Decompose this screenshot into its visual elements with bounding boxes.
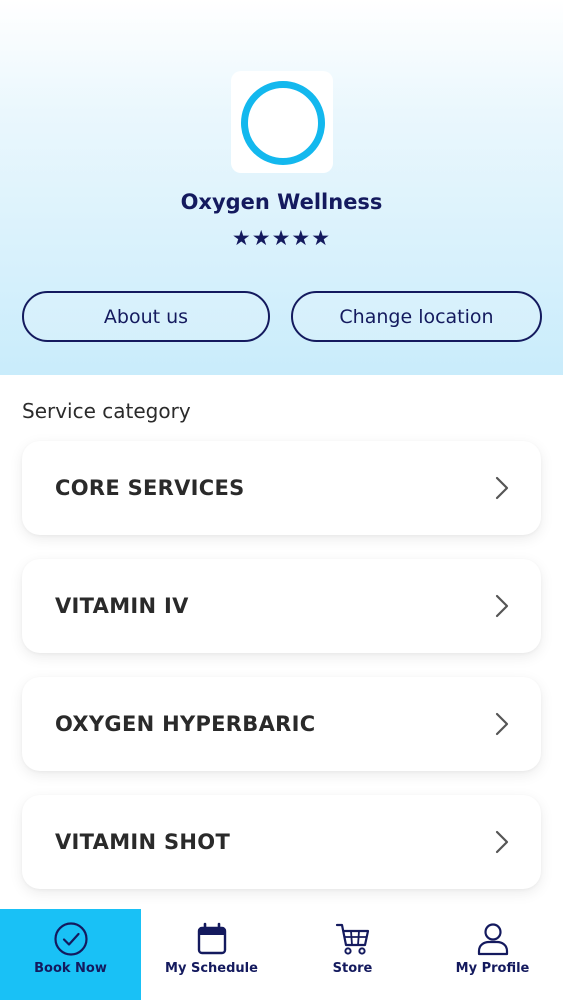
user-icon [477,923,508,956]
chevron-right-icon [495,830,509,854]
calendar-icon [197,922,226,955]
logo-ring-icon [241,81,325,165]
about-us-button[interactable]: About us [22,291,270,342]
chevron-right-icon [495,476,509,500]
chevron-right-icon [495,594,509,618]
tab-label: Store [332,961,373,976]
tab-store[interactable]: Store [282,909,423,1000]
brand-logo [231,71,333,173]
service-card-vitamin-shot[interactable]: VITAMIN SHOT [22,795,541,889]
header-banner: Oxygen Wellness ★★★★★ About us Change lo… [0,0,563,375]
tab-label: My Schedule [165,961,258,976]
tab-my-schedule[interactable]: My Schedule [141,909,282,1000]
chevron-right-icon [495,712,509,736]
bottom-tab-bar: Book Now My Schedule Store My Profile [0,909,563,1000]
section-title: Service category [22,399,191,423]
service-card-label: CORE SERVICES [55,476,245,500]
service-card-label: VITAMIN SHOT [55,830,231,854]
tab-label: Book Now [34,961,107,976]
tab-my-profile[interactable]: My Profile [422,909,563,1000]
service-card-core-services[interactable]: CORE SERVICES [22,441,541,535]
tab-label: My Profile [455,961,530,976]
check-circle-icon [53,922,88,956]
rating-stars: ★★★★★ [231,226,332,250]
service-card-oxygen-hyperbaric[interactable]: OXYGEN HYPERBARIC [22,677,541,771]
service-card-label: VITAMIN IV [55,594,189,618]
cart-icon [335,923,369,955]
service-card-label: OXYGEN HYPERBARIC [55,712,316,736]
tab-book-now[interactable]: Book Now [0,909,141,1000]
brand-name: Oxygen Wellness [180,190,383,214]
service-card-vitamin-iv[interactable]: VITAMIN IV [22,559,541,653]
change-location-button[interactable]: Change location [291,291,542,342]
